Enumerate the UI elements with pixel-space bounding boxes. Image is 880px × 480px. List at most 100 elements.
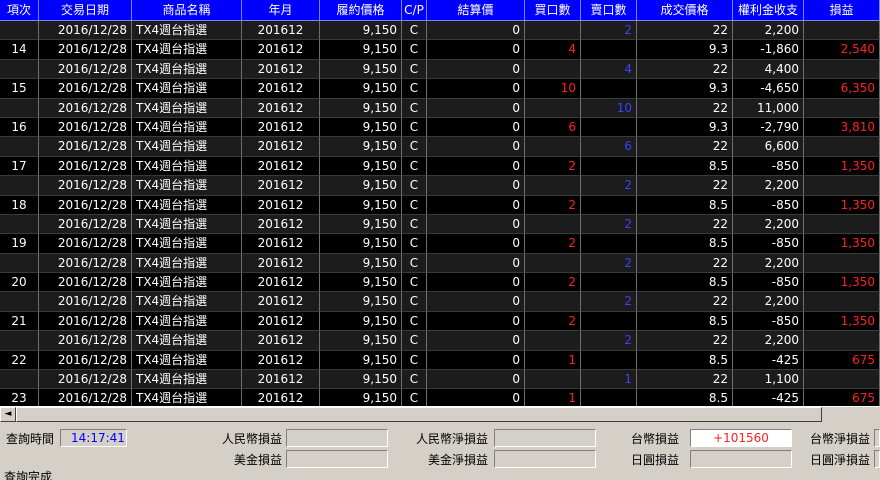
col-header-sell-qty[interactable]: 賣口數 xyxy=(581,0,637,21)
cell-premium: 1,100 xyxy=(733,370,804,390)
cell-sell-qty xyxy=(581,389,637,406)
cell-yearmonth: 201612 xyxy=(242,176,320,196)
table-row[interactable]: 21 2016/12/28 TX4週台指選 201612 9,150 C 0 2 8.5 -850… xyxy=(0,311,880,332)
cell-buy-qty xyxy=(525,370,581,390)
col-header-date[interactable]: 交易日期 xyxy=(39,0,132,21)
cell-settle: 0 xyxy=(427,234,525,254)
cell-premium: -850 xyxy=(733,156,804,177)
col-header-no[interactable]: 項次 xyxy=(0,0,39,21)
jpy-net-field xyxy=(874,450,880,468)
table-row[interactable]: 20 2016/12/28 TX4週台指選 201612 9,150 C 0 2 8.5 -850… xyxy=(0,273,880,293)
col-header-product[interactable]: 商品名稱 xyxy=(132,0,242,21)
cell-no: 15 xyxy=(0,79,39,99)
cell-premium: -850 xyxy=(733,273,804,293)
cell-product: TX4週台指選 xyxy=(132,331,242,351)
cell-no xyxy=(0,292,39,312)
cell-settle: 0 xyxy=(427,195,525,215)
cell-yearmonth: 201612 xyxy=(242,273,320,293)
cell-yearmonth: 201612 xyxy=(242,331,320,351)
scroll-thumb[interactable] xyxy=(16,407,822,422)
cell-strike: 9,150 xyxy=(320,21,402,41)
cell-yearmonth: 201612 xyxy=(242,40,320,60)
table-row[interactable]: 2016/12/28 TX4週台指選 201612 9,150 C 0 2 22 2,200 xyxy=(0,214,880,235)
cell-cp: C xyxy=(402,350,427,371)
table-row[interactable]: 2016/12/28 TX4週台指選 201612 9,150 C 0 6 22 6,600 xyxy=(0,137,880,157)
table-row[interactable]: 19 2016/12/28 TX4週台指選 201612 9,150 C 0 2 8.5 -850… xyxy=(0,234,880,254)
cell-no xyxy=(0,59,39,80)
cell-trade-price: 22 xyxy=(637,331,733,351)
table-row[interactable]: 2016/12/28 TX4週台指選 201612 9,150 C 0 2 22 2,200 xyxy=(0,176,880,196)
cell-settle: 0 xyxy=(427,40,525,60)
table-row[interactable]: 2016/12/28 TX4週台指選 201612 9,150 C 0 2 22 2,200 xyxy=(0,21,880,41)
cell-cp: C xyxy=(402,234,427,254)
cell-settle: 0 xyxy=(427,389,525,406)
cell-product: TX4週台指選 xyxy=(132,292,242,312)
cell-trade-price: 22 xyxy=(637,21,733,41)
cell-pnl xyxy=(804,98,880,118)
jpy-pnl-field xyxy=(690,450,792,468)
col-header-settle[interactable]: 結算價 xyxy=(427,0,525,21)
table-row[interactable]: 2016/12/28 TX4週台指選 201612 9,150 C 0 1 22 1,100 xyxy=(0,370,880,390)
cell-strike: 9,150 xyxy=(320,331,402,351)
cell-product: TX4週台指選 xyxy=(132,350,242,371)
cell-no: 17 xyxy=(0,156,39,177)
query-time-field: 14:17:41 xyxy=(60,429,127,447)
cell-sell-qty: 4 xyxy=(581,59,637,80)
col-header-cp[interactable]: C/P xyxy=(402,0,427,21)
cell-trade-price: 22 xyxy=(637,98,733,118)
cell-settle: 0 xyxy=(427,253,525,274)
cell-date: 2016/12/28 xyxy=(39,176,132,196)
cell-sell-qty: 2 xyxy=(581,214,637,235)
cell-trade-price: 22 xyxy=(637,137,733,157)
col-header-premium[interactable]: 權利金收支 xyxy=(733,0,804,21)
cell-no xyxy=(0,137,39,157)
col-header-buy-qty[interactable]: 買口數 xyxy=(525,0,581,21)
cell-sell-qty xyxy=(581,40,637,60)
table-row[interactable]: 17 2016/12/28 TX4週台指選 201612 9,150 C 0 2 8.5 -850… xyxy=(0,156,880,177)
cell-product: TX4週台指選 xyxy=(132,79,242,99)
cell-yearmonth: 201612 xyxy=(242,234,320,254)
cell-no: 16 xyxy=(0,117,39,138)
scroll-left-icon[interactable]: ◄ xyxy=(0,407,16,422)
cell-product: TX4週台指選 xyxy=(132,234,242,254)
cell-yearmonth: 201612 xyxy=(242,59,320,80)
table-row[interactable]: 23 2016/12/28 TX4週台指選 201612 9,150 C 0 1 8.5 -425… xyxy=(0,389,880,406)
cell-trade-price: 8.5 xyxy=(637,389,733,406)
grid-header: 項次 交易日期 商品名稱 年月 履約價格 C/P 結算價 買口數 賣口數 成交價… xyxy=(0,0,880,21)
cell-cp: C xyxy=(402,273,427,293)
table-row[interactable]: 2016/12/28 TX4週台指選 201612 9,150 C 0 2 22 2,200 xyxy=(0,331,880,351)
col-header-trade-price[interactable]: 成交價格 xyxy=(637,0,733,21)
cell-cp: C xyxy=(402,253,427,274)
cell-cp: C xyxy=(402,176,427,196)
col-header-pnl[interactable]: 損益 xyxy=(804,0,880,21)
cell-premium: -850 xyxy=(733,311,804,332)
cell-product: TX4週台指選 xyxy=(132,156,242,177)
cell-settle: 0 xyxy=(427,214,525,235)
cell-no xyxy=(0,98,39,118)
cell-pnl: 2,540 xyxy=(804,40,880,60)
table-row[interactable]: 22 2016/12/28 TX4週台指選 201612 9,150 C 0 1 8.5 -425… xyxy=(0,350,880,371)
cell-strike: 9,150 xyxy=(320,40,402,60)
cell-buy-qty xyxy=(525,292,581,312)
table-row[interactable]: 14 2016/12/28 TX4週台指選 201612 9,150 C 0 4 9.3 -1,8… xyxy=(0,40,880,60)
table-row[interactable]: 2016/12/28 TX4週台指選 201612 9,150 C 0 4 22 4,400 xyxy=(0,59,880,80)
table-row[interactable]: 2016/12/28 TX4週台指選 201612 9,150 C 0 2 22 2,200 xyxy=(0,292,880,312)
cell-buy-qty xyxy=(525,137,581,157)
horizontal-scrollbar[interactable]: ◄ xyxy=(0,406,880,422)
col-header-strike[interactable]: 履約價格 xyxy=(320,0,402,21)
table-row[interactable]: 18 2016/12/28 TX4週台指選 201612 9,150 C 0 2 8.5 -850… xyxy=(0,195,880,215)
cell-strike: 9,150 xyxy=(320,79,402,99)
table-row[interactable]: 15 2016/12/28 TX4週台指選 201612 9,150 C 0 10 9.3 -4,… xyxy=(0,79,880,99)
positions-grid[interactable]: 項次 交易日期 商品名稱 年月 履約價格 C/P 結算價 買口數 賣口數 成交價… xyxy=(0,0,880,406)
cell-sell-qty: 2 xyxy=(581,292,637,312)
cell-buy-qty xyxy=(525,331,581,351)
cell-product: TX4週台指選 xyxy=(132,59,242,80)
cell-sell-qty xyxy=(581,117,637,138)
col-header-yearmonth[interactable]: 年月 xyxy=(242,0,320,21)
cell-cp: C xyxy=(402,137,427,157)
table-row[interactable]: 16 2016/12/28 TX4週台指選 201612 9,150 C 0 6 9.3 -2,7… xyxy=(0,117,880,138)
table-row[interactable]: 2016/12/28 TX4週台指選 201612 9,150 C 0 2 22 2,200 xyxy=(0,253,880,274)
cell-product: TX4週台指選 xyxy=(132,214,242,235)
table-row[interactable]: 2016/12/28 TX4週台指選 201612 9,150 C 0 10 22 11,000 xyxy=(0,98,880,118)
cell-premium: 2,200 xyxy=(733,331,804,351)
